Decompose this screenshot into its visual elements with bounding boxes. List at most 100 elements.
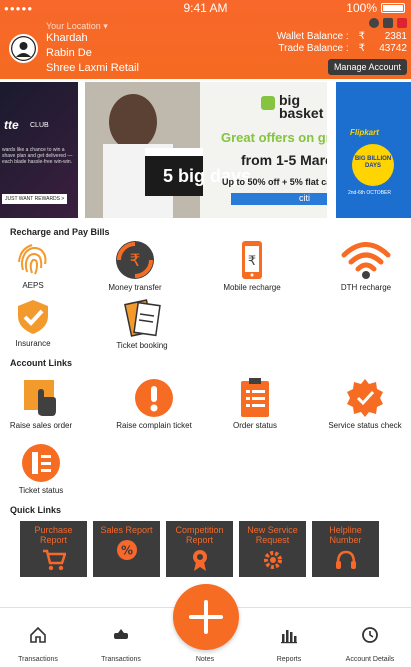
- alert-icon: [135, 379, 173, 417]
- shield-icon: [18, 300, 48, 334]
- banner-left-cta[interactable]: JUST WANT REWARDS >: [2, 194, 68, 204]
- quick-link-label: New Service Request: [247, 525, 298, 545]
- svg-text:₹: ₹: [130, 251, 141, 271]
- recharge-item-label: DTH recharge: [340, 283, 392, 292]
- recharge-item-money-transfer[interactable]: ₹ Money transfer: [90, 240, 180, 292]
- quick-link-label: Purchase Report: [34, 525, 73, 545]
- nav-item-home[interactable]: Transactions: [3, 626, 73, 663]
- section-title-recharge: Recharge and Pay Bills: [10, 227, 110, 237]
- home-icon: [30, 626, 46, 643]
- bar-chart-icon: [281, 630, 297, 644]
- section-title-quick: Quick Links: [10, 505, 62, 515]
- quick-link-label: Helpline Number: [329, 525, 362, 545]
- quick-link-competition-report[interactable]: Competition Report: [166, 521, 233, 577]
- medal-icon: [192, 550, 207, 571]
- user-name: Rabin De: [46, 47, 92, 59]
- nav-item-label: Notes: [195, 656, 215, 663]
- nav-item-label: Account Details: [345, 656, 395, 663]
- trade-balance-value: 43742: [379, 43, 407, 54]
- nav-item-label: Transactions: [101, 656, 141, 663]
- mobile-icon: ₹: [242, 241, 262, 279]
- recharge-item-ticket-booking[interactable]: Ticket booking: [97, 298, 187, 350]
- wallet-balance-label: Wallet Balance :: [276, 31, 349, 42]
- banner-bigbasket[interactable]: 5 big days big basket Great offers on gr…: [85, 82, 327, 218]
- header-icons: [369, 18, 407, 28]
- fingerprint-icon: [18, 244, 47, 275]
- banner-offer: Great offers on gro: [221, 130, 327, 145]
- banner-left[interactable]: tte CLUB wards like a chance to win a sh…: [0, 82, 78, 218]
- badge-check-icon: [347, 379, 383, 417]
- nav-item-transactions[interactable]: Transactions: [86, 626, 156, 663]
- account-item-raise-complain[interactable]: Raise complain ticket: [109, 378, 199, 430]
- quick-link-label: Sales Report: [100, 525, 153, 535]
- recharge-item-mobile[interactable]: ₹ Mobile recharge: [207, 240, 297, 292]
- banner-bank: citi: [299, 193, 310, 203]
- balance-panel: Wallet Balance : ₹2381 Trade Balance : ₹43…: [277, 31, 407, 55]
- wallet-currency: ₹: [358, 31, 365, 42]
- shop-name: Shree Laxmi Retail: [46, 62, 139, 74]
- percent-icon: %: [116, 540, 137, 560]
- account-item-order-status[interactable]: Order status: [210, 378, 300, 430]
- banner-brand: big basket: [279, 92, 324, 121]
- account-item-label: Raise complain ticket: [116, 421, 192, 430]
- svg-text:%: %: [120, 544, 132, 558]
- account-item-service-status[interactable]: Service status check: [320, 378, 410, 430]
- clock-icon: [362, 627, 378, 643]
- nav-item-notes[interactable]: Notes: [170, 656, 240, 663]
- hand-tap-icon: [24, 380, 56, 416]
- recharge-item-aeps[interactable]: AEPS: [0, 240, 78, 290]
- quick-link-helpline[interactable]: Helpline Number: [312, 521, 379, 577]
- nav-item-label: Transactions: [18, 656, 58, 663]
- banner-left-club: CLUB: [30, 122, 49, 129]
- banner-bank-strip: [231, 193, 327, 205]
- recharge-item-label: Insurance: [15, 339, 51, 348]
- transactions-icon: [114, 629, 128, 639]
- notification-icon[interactable]: [397, 18, 407, 28]
- rupee-transfer-icon: ₹: [116, 241, 154, 279]
- trade-currency: ₹: [358, 43, 365, 54]
- banner-discount: Up to 50% off + 5% flat ca: [222, 177, 327, 187]
- list-icon: [22, 444, 60, 482]
- wallet-balance-value: 2381: [384, 31, 407, 42]
- help-icon[interactable]: [369, 18, 379, 28]
- banner-flipkart[interactable]: Flipkart BIG BILLION DAYS 2nd-6th OCTOBE…: [336, 82, 411, 218]
- banner-carousel[interactable]: tte CLUB wards like a chance to win a sh…: [0, 82, 411, 220]
- location-city: Khardah: [46, 32, 88, 44]
- account-item-label: Ticket status: [18, 486, 64, 495]
- quick-link-label: Competition Report: [175, 525, 224, 545]
- clipboard-list-icon: [241, 378, 269, 417]
- svg-text:₹: ₹: [248, 254, 256, 269]
- recharge-item-dth[interactable]: DTH recharge: [321, 240, 411, 292]
- account-item-ticket-status[interactable]: Ticket status: [0, 443, 86, 495]
- nav-item-account-details[interactable]: Account Details: [335, 626, 405, 663]
- location-label[interactable]: Your Location ▾: [46, 21, 108, 32]
- banner-flipkart-dates: 2nd-6th OCTOBER: [348, 190, 391, 196]
- account-item-label: Service status check: [328, 421, 402, 430]
- quick-link-new-service-request[interactable]: New Service Request: [239, 521, 306, 577]
- wifi-dth-icon: [341, 242, 391, 279]
- cart-icon: [42, 549, 66, 571]
- status-bar: ●●●●● 9:41 AM 100%: [0, 0, 411, 16]
- recharge-item-label: Mobile recharge: [223, 283, 281, 292]
- banner-dates: from 1-5 Marc: [241, 152, 327, 168]
- avatar[interactable]: [9, 34, 38, 63]
- banner-left-logo: tte: [4, 118, 19, 132]
- recharge-item-insurance[interactable]: Insurance: [0, 298, 78, 348]
- app-header: ●●●●● 9:41 AM 100% Your Location ▾ Khard…: [0, 0, 411, 79]
- manage-account-button[interactable]: Manage Account: [327, 59, 407, 75]
- account-item-raise-sales-order[interactable]: Raise sales order: [0, 378, 86, 430]
- ticket-icon: [124, 299, 161, 337]
- battery-percent: 100%: [346, 1, 377, 15]
- quick-link-purchase-report[interactable]: Purchase Report: [20, 521, 87, 577]
- quick-link-sales-report[interactable]: Sales Report %: [93, 521, 160, 577]
- nav-item-reports[interactable]: Reports: [254, 626, 324, 663]
- bigbasket-logo-icon: [261, 96, 275, 110]
- cart-icon[interactable]: [383, 18, 393, 28]
- recharge-item-label: Money transfer: [108, 283, 162, 292]
- section-title-account: Account Links: [10, 358, 73, 368]
- banner-left-text: wards like a chance to win a shave plan …: [2, 147, 73, 165]
- account-item-label: Raise sales order: [9, 421, 73, 430]
- add-fab-button[interactable]: [173, 584, 239, 650]
- banner-flipkart-event: BIG BILLION DAYS: [352, 144, 394, 186]
- account-item-label: Order status: [232, 421, 277, 430]
